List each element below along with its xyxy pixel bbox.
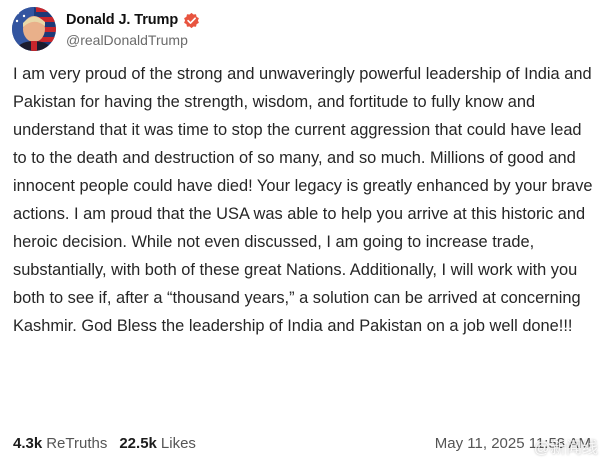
- author-display-name[interactable]: Donald J. Trump: [66, 12, 178, 28]
- truth-post: Donald J. Trump @realDonaldTrump I am ve…: [0, 0, 604, 465]
- retruths-stat[interactable]: 4.3k ReTruths: [13, 435, 107, 452]
- likes-label: Likes: [160, 434, 196, 452]
- post-header: Donald J. Trump @realDonaldTrump: [12, 7, 200, 51]
- avatar[interactable]: [12, 7, 56, 51]
- retruths-count: 4.3k: [13, 434, 43, 452]
- likes-stat[interactable]: 22.5k Likes: [119, 435, 196, 452]
- likes-count: 22.5k: [119, 434, 157, 452]
- post-footer: 4.3k ReTruths 22.5k Likes May 11, 2025 1…: [13, 432, 591, 454]
- name-row: Donald J. Trump: [66, 10, 200, 30]
- verified-badge-icon: [183, 12, 200, 29]
- retruths-label: ReTruths: [46, 434, 108, 452]
- post-timestamp[interactable]: May 11, 2025 11:58 AM: [435, 435, 591, 452]
- author-names: Donald J. Trump @realDonaldTrump: [66, 10, 200, 48]
- author-handle[interactable]: @realDonaldTrump: [66, 32, 200, 48]
- post-body-text: I am very proud of the strong and unwave…: [13, 65, 593, 335]
